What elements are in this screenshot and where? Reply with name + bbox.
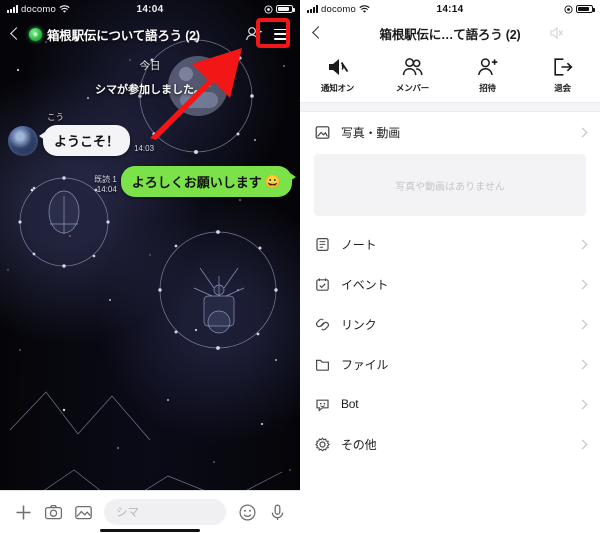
chevron-right-icon xyxy=(577,319,588,329)
bot-icon xyxy=(314,396,331,413)
message-input-placeholder: シマ xyxy=(116,507,139,519)
status-time: 14:14 xyxy=(436,3,464,15)
list-item-other[interactable]: その他 xyxy=(300,424,600,464)
chevron-right-icon xyxy=(577,439,588,449)
chevron-right-icon xyxy=(577,239,588,249)
leave-group-icon xyxy=(553,58,573,76)
list-item-link[interactable]: リンク xyxy=(300,304,600,344)
note-icon xyxy=(314,236,331,253)
action-label: 退会 xyxy=(554,83,571,93)
message-row-outgoing: 既読 1 14:04 よろしくお願いします 😀 xyxy=(8,166,297,197)
list-item-photos[interactable]: 写真・動画 xyxy=(300,112,600,152)
annotation-arrow-icon xyxy=(150,48,242,140)
link-icon xyxy=(314,316,331,333)
read-receipt-label: 既読 1 xyxy=(94,175,117,184)
battery-icon xyxy=(276,4,295,14)
settings-header: 箱根駅伝に…て語ろう (2) xyxy=(300,18,600,48)
plus-icon[interactable] xyxy=(8,497,38,527)
quick-actions-row: 通知オン メンバー 招待 退会 xyxy=(300,48,600,102)
group-settings-screen: docomo 14:14 箱根駅伝に…て語ろう (2) 通知オン メンバー 招待… xyxy=(300,0,600,533)
emoji-icon[interactable] xyxy=(232,497,262,527)
dual-screenshot: docomo 14:04 ◉ 箱根駅伝について語ろう (2) 今日 シマが参加し… xyxy=(0,0,600,533)
chevron-right-icon xyxy=(577,359,588,369)
chevron-right-icon xyxy=(577,279,588,289)
settings-list: 写真・動画 写真や動画はありません ノート イベント リンク ファイル Bot … xyxy=(300,112,600,464)
bubble-column: こう ようこそ！ xyxy=(38,111,131,156)
media-empty-state: 写真や動画はありません xyxy=(314,154,586,216)
home-indicator xyxy=(100,528,200,532)
event-icon xyxy=(314,276,331,293)
message-text: よろしくお願いします xyxy=(131,175,262,190)
back-chevron-icon[interactable] xyxy=(6,25,24,43)
list-item-label: ノート xyxy=(341,237,377,252)
photo-icon xyxy=(314,124,331,141)
invite-icon xyxy=(477,58,497,76)
message-timestamp: 14:04 xyxy=(96,185,117,194)
action-label: メンバー xyxy=(395,83,430,93)
battery-icon xyxy=(576,4,595,14)
action-members[interactable]: メンバー xyxy=(375,52,450,94)
back-chevron-icon[interactable] xyxy=(308,24,326,42)
message-input-bar: シマ xyxy=(0,490,300,533)
message-bubble[interactable]: よろしくお願いします 😀 xyxy=(120,166,297,197)
settings-gear-icon xyxy=(314,436,331,453)
list-item-label: Bot xyxy=(341,397,359,411)
list-item-file[interactable]: ファイル xyxy=(300,344,600,384)
list-item-label: 写真・動画 xyxy=(341,125,401,140)
file-icon xyxy=(314,356,331,373)
mute-speaker-icon[interactable] xyxy=(549,26,564,40)
list-item-label: その他 xyxy=(341,437,377,452)
action-notification[interactable]: 通知オン xyxy=(300,52,375,94)
chevron-right-icon xyxy=(577,399,588,409)
message-read-status: 既読 1 14:04 xyxy=(94,175,117,195)
gallery-icon[interactable] xyxy=(68,497,98,527)
smiley-emoji-icon: 😀 xyxy=(264,173,281,189)
chat-screen: docomo 14:04 ◉ 箱根駅伝について語ろう (2) 今日 シマが参加し… xyxy=(0,0,300,533)
status-time: 14:04 xyxy=(136,3,164,15)
status-bar: docomo 14:04 xyxy=(0,0,300,18)
menu-highlight-box xyxy=(256,18,290,48)
group-avatar-icon[interactable]: ◉ xyxy=(29,27,42,41)
section-divider xyxy=(300,102,600,112)
camera-icon[interactable] xyxy=(38,497,68,527)
search-input[interactable]: シマ xyxy=(104,499,226,525)
message-timestamp: 14:03 xyxy=(134,144,155,153)
list-item-label: リンク xyxy=(341,317,377,332)
list-item-label: ファイル xyxy=(341,357,389,372)
action-leave-group[interactable]: 退会 xyxy=(525,52,600,94)
action-label: 招待 xyxy=(479,83,496,93)
list-item-note[interactable]: ノート xyxy=(300,224,600,264)
action-invite[interactable]: 招待 xyxy=(450,52,525,94)
status-bar: docomo 14:14 xyxy=(300,0,600,18)
microphone-icon[interactable] xyxy=(262,497,292,527)
avatar[interactable] xyxy=(8,126,38,156)
chevron-right-icon xyxy=(577,127,588,137)
message-bubble[interactable]: ようこそ！ xyxy=(38,125,131,156)
action-label: 通知オン xyxy=(320,83,355,93)
members-icon xyxy=(402,58,423,76)
message-sender-name: こう xyxy=(47,112,65,122)
list-item-event[interactable]: イベント xyxy=(300,264,600,304)
list-item-label: イベント xyxy=(341,277,389,292)
notification-mute-icon xyxy=(328,59,348,75)
list-item-bot[interactable]: Bot xyxy=(300,384,600,424)
